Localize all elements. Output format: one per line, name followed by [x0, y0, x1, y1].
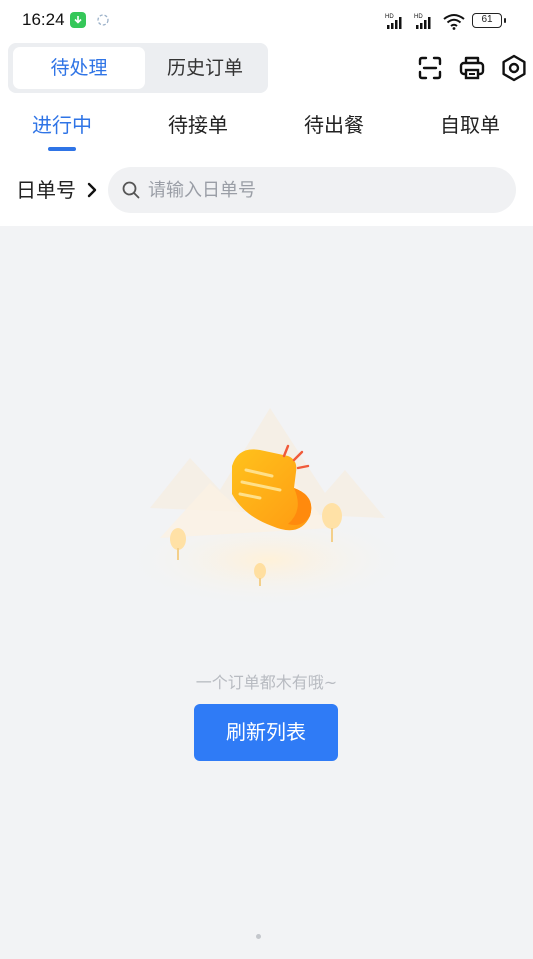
order-view-switch: 待处理 历史订单	[8, 43, 268, 93]
settings-icon[interactable]	[500, 54, 528, 82]
active-tab-indicator	[48, 147, 76, 151]
battery-indicator: 61	[472, 13, 506, 28]
download-notification-icon	[70, 12, 86, 28]
tab-pending[interactable]: 待处理	[13, 47, 145, 89]
search-bar[interactable]	[108, 167, 516, 213]
page-indicator-dot	[256, 934, 261, 939]
tab-self-pickup[interactable]: 自取单	[410, 110, 530, 140]
empty-state-message: 一个订单都木有哦~	[195, 673, 338, 692]
search-type-selector[interactable]: 日单号	[16, 176, 76, 204]
order-number-search-input[interactable]	[148, 167, 498, 213]
empty-orders-illustration	[123, 408, 413, 608]
signal-icon-2: HD	[414, 14, 431, 29]
svg-text:HD: HD	[385, 14, 394, 20]
tab-in-progress[interactable]: 进行中	[2, 110, 122, 140]
refresh-list-button[interactable]: 刷新列表	[194, 704, 338, 761]
search-icon	[122, 181, 140, 199]
status-bar: 16:24 HD HD 61	[0, 0, 533, 42]
tab-awaiting-meal[interactable]: 待出餐	[274, 110, 394, 140]
tab-history-orders[interactable]: 历史订单	[146, 47, 264, 89]
signal-icon: HD	[385, 14, 402, 29]
chevron-right-icon[interactable]	[86, 182, 98, 198]
svg-text:HD: HD	[414, 14, 423, 20]
status-time: 16:24	[22, 10, 65, 29]
order-status-tabs: 进行中 待接单 待出餐 自取单	[0, 110, 533, 154]
scan-icon[interactable]	[416, 54, 444, 82]
sync-icon	[97, 14, 109, 26]
wifi-icon	[443, 14, 465, 30]
tab-awaiting-acceptance[interactable]: 待接单	[138, 110, 258, 140]
printer-icon[interactable]	[458, 54, 486, 82]
